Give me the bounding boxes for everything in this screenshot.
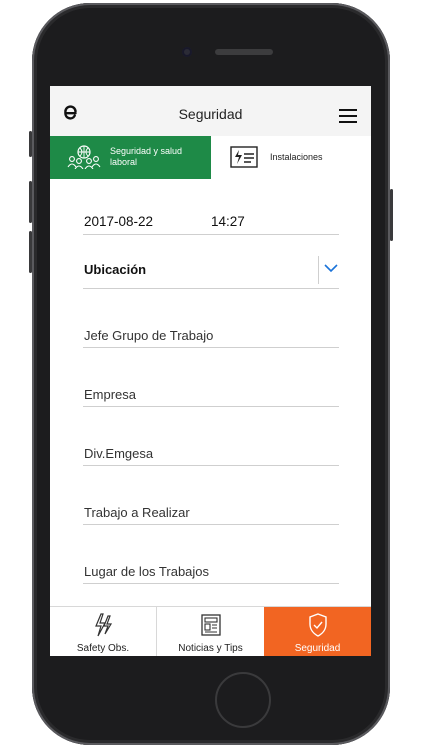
home-button[interactable] [215, 672, 271, 728]
team-globe-icon [67, 145, 101, 169]
time-value: 14:27 [211, 214, 245, 229]
datetime-row[interactable]: 2017-08-22 14:27 [83, 214, 339, 235]
volume-up-button [29, 181, 32, 223]
lightning-icon [95, 613, 113, 637]
div-emgesa-placeholder: Div.Emgesa [84, 446, 154, 461]
app-screen: Seguridad Seguridad y salud laboral Inst… [50, 86, 371, 656]
date-value: 2017-08-22 [84, 214, 154, 229]
tab-seguridad-salud-label: Seguridad y salud laboral [110, 146, 183, 167]
page-title: Seguridad [178, 106, 243, 122]
chevron-down-icon[interactable] [324, 263, 338, 273]
bottom-tab-seguridad-label: Seguridad [294, 643, 341, 654]
top-navbar: Seguridad [50, 86, 371, 136]
electric-panel-icon [230, 146, 258, 168]
location-select[interactable]: Ubicación [83, 256, 339, 289]
news-icon [200, 614, 221, 636]
hamburger-menu-icon[interactable] [339, 109, 357, 123]
location-label: Ubicación [84, 262, 147, 277]
jefe-grupo-placeholder: Jefe Grupo de Trabajo [84, 328, 214, 343]
bottom-tab-seguridad[interactable]: Seguridad [264, 607, 371, 656]
volume-down-button [29, 231, 32, 273]
div-emgesa-field[interactable]: Div.Emgesa [83, 446, 339, 466]
select-divider [318, 256, 319, 284]
lugar-trabajos-field[interactable]: Lugar de los Trabajos [83, 564, 339, 584]
trabajo-realizar-placeholder: Trabajo a Realizar [84, 505, 190, 520]
bottom-tab-noticias-label: Noticias y Tips [178, 643, 243, 654]
empresa-placeholder: Empresa [84, 387, 137, 402]
tab-instalaciones-label: Instalaciones [270, 152, 323, 162]
shield-check-icon [308, 613, 327, 637]
lugar-trabajos-placeholder: Lugar de los Trabajos [84, 564, 210, 579]
bottom-tab-safety-obs-label: Safety Obs. [76, 643, 130, 654]
bottom-tab-noticias[interactable]: Noticias y Tips [157, 607, 264, 656]
jefe-grupo-field[interactable]: Jefe Grupo de Trabajo [83, 328, 339, 348]
trabajo-realizar-field[interactable]: Trabajo a Realizar [83, 505, 339, 525]
category-tabs: Seguridad y salud laboral Instalaciones [50, 136, 371, 179]
earpiece-speaker [215, 49, 273, 55]
tab-instalaciones[interactable]: Instalaciones [211, 136, 371, 179]
front-camera [182, 47, 192, 57]
bottom-tab-safety-obs[interactable]: Safety Obs. [50, 607, 157, 656]
mute-switch [29, 131, 32, 157]
tab-seguridad-salud[interactable]: Seguridad y salud laboral [50, 136, 211, 179]
empresa-field[interactable]: Empresa [83, 387, 339, 407]
power-button [390, 189, 393, 241]
bottom-tab-bar: Safety Obs. Noticias y Tips Seguridad [50, 606, 371, 656]
